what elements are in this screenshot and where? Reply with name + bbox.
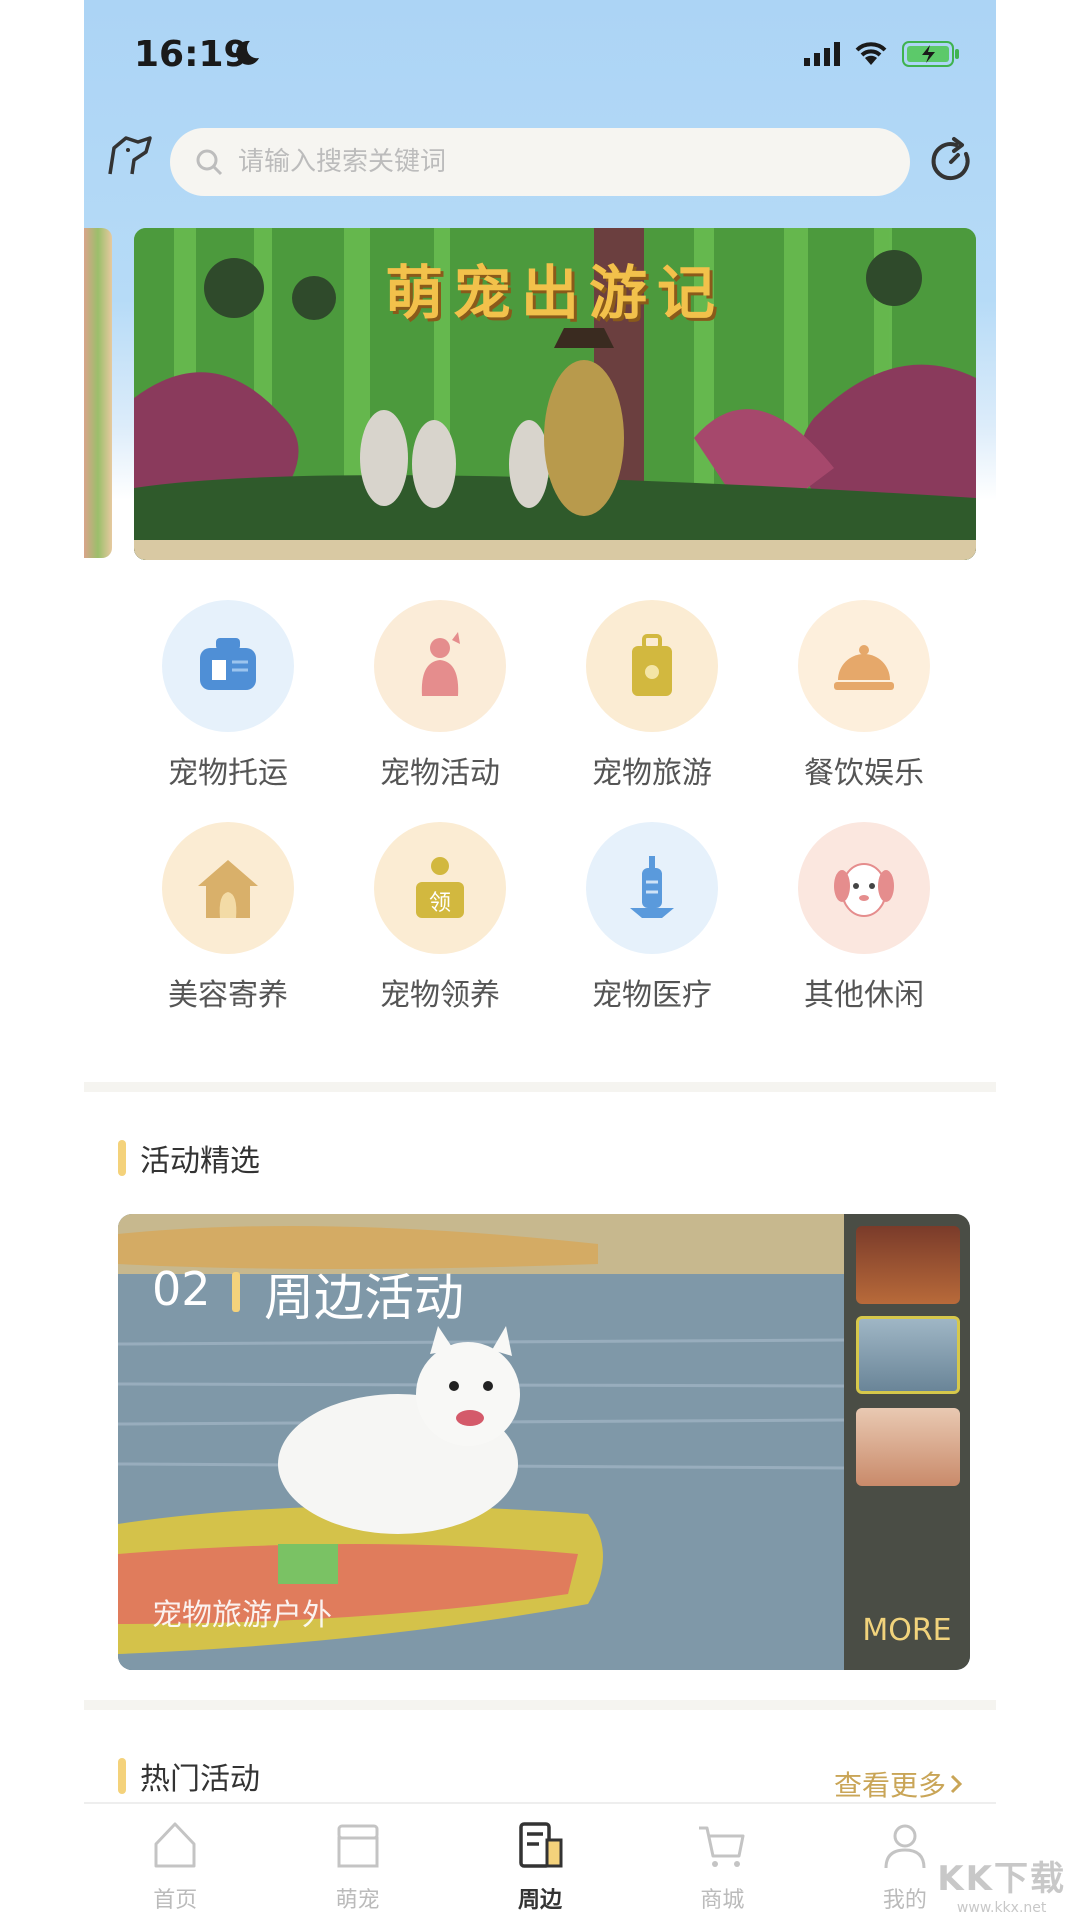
moon-icon [236, 40, 259, 65]
syringe-icon [586, 822, 718, 954]
cloche-icon [798, 600, 930, 732]
tab-label: 首页 [153, 1888, 198, 1913]
watermark: KK下载 www.kkx.net [937, 1851, 1066, 1916]
featured-section-title: 活动精选 [118, 1136, 260, 1180]
thumbnail-2[interactable] [856, 1316, 960, 1394]
tab-label: 周边 [518, 1888, 563, 1913]
banner-carousel[interactable]: 萌宠出游记 [134, 228, 976, 560]
signal-icon [804, 42, 840, 66]
watermark-url: www.kkx.net [956, 1900, 1047, 1916]
tab-home[interactable]: 首页 [84, 1804, 266, 1920]
carrier-icon [162, 600, 294, 732]
thumbnail-3[interactable] [856, 1408, 960, 1486]
dog-logo-icon[interactable] [104, 130, 156, 182]
tab-nearby[interactable]: 周边 [449, 1804, 631, 1920]
tab-label: 商城 [700, 1888, 745, 1913]
featured-number: 02 [152, 1262, 211, 1316]
featured-title: 周边活动 [264, 1269, 464, 1327]
cart-icon [699, 1826, 745, 1867]
hot-section-title: 热门活动 [118, 1754, 260, 1798]
title-accent-bar [118, 1758, 126, 1794]
category-pet-adoption[interactable]: 领 宠物领养 [340, 822, 540, 1014]
search-icon [196, 149, 223, 176]
category-label: 宠物旅游 [592, 756, 712, 791]
banner-prev-slide[interactable] [84, 228, 112, 558]
category-pet-travel[interactable]: 宠物旅游 [552, 600, 752, 792]
tab-label: 萌宠 [335, 1888, 380, 1913]
section-divider [84, 1082, 996, 1092]
category-food-entertainment[interactable]: 餐饮娱乐 [764, 600, 964, 792]
featured-card[interactable]: 02 周边活动 宠物旅游户外 MORE [118, 1214, 970, 1670]
tab-mall[interactable]: 商城 [631, 1804, 813, 1920]
chevron-right-icon [950, 1774, 963, 1794]
featured-accent-bar [232, 1272, 240, 1312]
title-accent-bar [118, 1140, 126, 1176]
category-label: 宠物活动 [380, 756, 500, 791]
adopt-badge: 领 [429, 891, 451, 916]
view-more-label: 查看更多 [833, 1769, 946, 1802]
view-more-link[interactable]: 查看更多 [834, 1764, 966, 1804]
featured-subtitle: 宠物旅游户外 [152, 1598, 332, 1633]
shop-icon [337, 1824, 379, 1868]
hot-section-label: 热门活动 [140, 1762, 260, 1797]
featured-main-image[interactable]: 02 周边活动 宠物旅游户外 [118, 1214, 844, 1670]
status-bar: 16:19 [84, 0, 996, 110]
category-label: 餐饮娱乐 [804, 756, 924, 791]
featured-thumbnail-strip: MORE [844, 1214, 970, 1670]
category-label: 美容寄养 [168, 978, 288, 1013]
suitcase-icon [586, 600, 718, 732]
banner-title: 萌宠出游记 [384, 259, 725, 327]
home-icon [154, 1822, 196, 1868]
category-label: 宠物领养 [380, 978, 500, 1013]
category-pet-shipping[interactable]: 宠物托运 [128, 600, 328, 792]
category-label: 其他休闲 [804, 978, 924, 1013]
search-row [84, 124, 996, 200]
category-other-leisure[interactable]: 其他休闲 [764, 822, 964, 1014]
cat-icon [374, 600, 506, 732]
section-divider [84, 1700, 996, 1710]
thumbnail-1[interactable] [856, 1226, 960, 1304]
search-bar[interactable] [170, 128, 910, 196]
category-pet-medical[interactable]: 宠物医疗 [552, 822, 752, 1014]
refresh-icon[interactable] [926, 136, 976, 186]
category-label: 宠物医疗 [592, 978, 712, 1013]
tab-pets[interactable]: 萌宠 [266, 1804, 448, 1920]
watermark-logo: KK下载 [937, 1859, 1066, 1899]
adopt-icon: 领 [374, 822, 506, 954]
house-icon [162, 822, 294, 954]
dog-face-icon [798, 822, 930, 954]
app-screen: 16:19 请输入搜索关键词 萌宠出游记 宠物托运 宠物活动 宠物旅游 餐饮娱乐… [84, 0, 996, 1920]
category-grooming-boarding[interactable]: 美容寄养 [128, 822, 328, 1014]
search-input[interactable] [238, 147, 838, 177]
nearby-icon [519, 1822, 563, 1868]
bottom-tab-bar: 首页 萌宠 周边 商城 我的 [84, 1802, 996, 1920]
category-pet-activity[interactable]: 宠物活动 [340, 600, 540, 792]
wifi-icon [855, 42, 887, 65]
user-icon [884, 1824, 926, 1869]
category-label: 宠物托运 [168, 756, 288, 791]
more-button[interactable]: MORE [844, 1613, 970, 1648]
battery-icon [902, 41, 959, 67]
featured-section-label: 活动精选 [140, 1144, 260, 1179]
